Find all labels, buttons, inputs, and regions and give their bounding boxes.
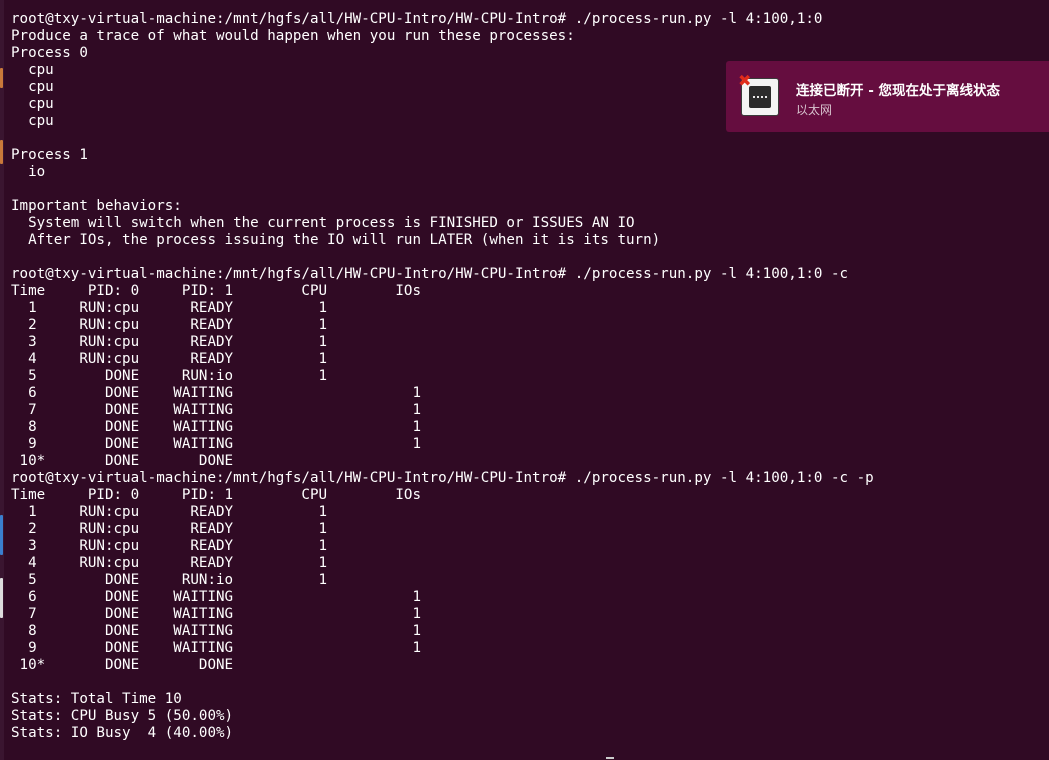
terminal-line: 5 DONE RUN:io 1 [11,368,328,384]
terminal-line: 8 DONE WAITING 1 [11,419,421,435]
terminal-line: 10* DONE DONE [11,453,234,469]
error-badge-icon: ✖ [738,71,752,90]
terminal-line: 5 DONE RUN:io 1 [11,572,328,588]
terminal-line: root@txy-virtual-machine:/mnt/hgfs/all/H… [11,470,874,486]
terminal-line: 10* DONE DONE [11,657,234,673]
terminal-line: System will switch when the current proc… [11,215,635,231]
ethernet-pins [753,96,767,101]
terminal-line: Time PID: 0 PID: 1 CPU IOs [11,487,421,503]
terminal-line: 1 RUN:cpu READY 1 [11,504,328,520]
launcher-marker [0,140,3,164]
terminal-line: Produce a trace of what would happen whe… [11,28,575,44]
launcher-marker [0,68,3,88]
launcher-marker [0,578,3,618]
terminal-line: Stats: IO Busy 4 (40.00%) [11,725,234,741]
network-wired-disconnected-icon: ✖ [738,73,779,116]
terminal-line: 4 RUN:cpu READY 1 [11,555,328,571]
terminal-line: 3 RUN:cpu READY 1 [11,334,328,350]
terminal-line: After IOs, the process issuing the IO wi… [11,232,661,248]
terminal-line: root@txy-virtual-machine:/mnt/hgfs/all/H… [11,266,849,282]
terminal-line: 7 DONE WAITING 1 [11,402,421,418]
terminal-line: Important behaviors: [11,198,182,214]
terminal-line: Process 0 [11,45,88,61]
cursor-mark [606,757,614,759]
terminal-line: 1 RUN:cpu READY 1 [11,300,328,316]
terminal-line: 9 DONE WAITING 1 [11,640,421,656]
launcher-edge [0,0,4,760]
terminal-line: 9 DONE WAITING 1 [11,436,421,452]
terminal-line: Time PID: 0 PID: 1 CPU IOs [11,283,421,299]
terminal-line: 3 RUN:cpu READY 1 [11,538,328,554]
terminal-line: Stats: CPU Busy 5 (50.00%) [11,708,234,724]
terminal-line: 2 RUN:cpu READY 1 [11,521,328,537]
notification-body: 以太网 [796,103,833,117]
terminal-line: 7 DONE WAITING 1 [11,606,421,622]
notification-title: 连接已断开 - 您现在处于离线状态 [796,83,1001,99]
terminal-line: root@txy-virtual-machine:/mnt/hgfs/all/H… [11,11,823,27]
terminal-line: Stats: Total Time 10 [11,691,182,707]
terminal-line: 4 RUN:cpu READY 1 [11,351,328,367]
terminal-line: io [11,164,46,180]
terminal-line: 8 DONE WAITING 1 [11,623,421,639]
terminal-line: 6 DONE WAITING 1 [11,589,421,605]
terminal-window[interactable]: root@txy-virtual-machine:/mnt/hgfs/all/H… [0,0,1049,760]
launcher-marker [0,515,3,555]
terminal-line: 6 DONE WAITING 1 [11,385,421,401]
terminal-line: Process 1 [11,147,88,163]
network-notification[interactable]: ✖ 连接已断开 - 您现在处于离线状态 以太网 [726,61,1049,132]
terminal-line: 2 RUN:cpu READY 1 [11,317,328,333]
